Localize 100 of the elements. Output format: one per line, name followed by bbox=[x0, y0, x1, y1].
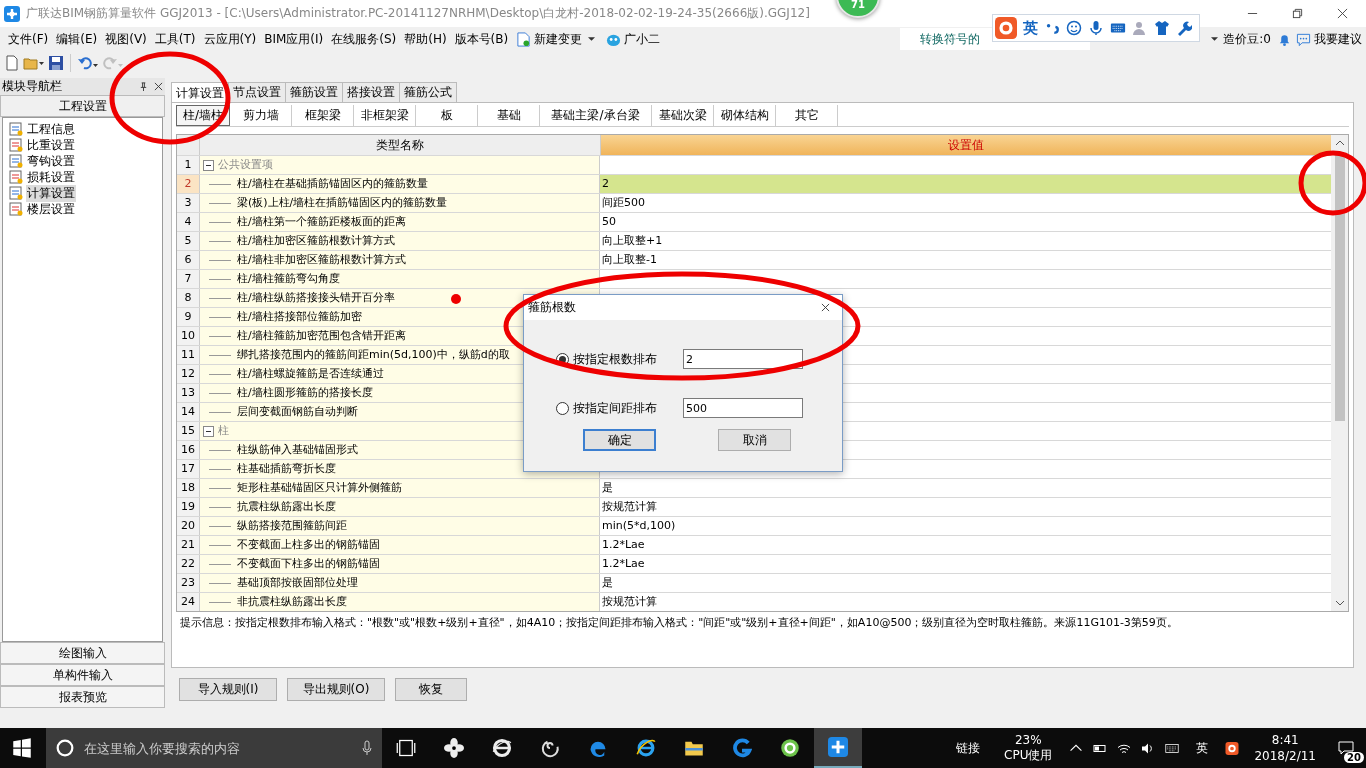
hint-text: 提示信息：按指定根数排布输入格式："根数"或"根数+级别+直径"，如4A10；按指定间距排布输入格式："间距"或"级别+直径+间距"，如A10@500；级别直径为空时取柱箍筋。来源11G101-3第59页。 bbox=[180, 616, 1178, 629]
collapse-icon[interactable] bbox=[203, 425, 214, 437]
open-folder-icon[interactable] bbox=[23, 55, 45, 71]
table-cell[interactable]: min(5*d,100) bbox=[602, 519, 676, 532]
table-cell[interactable]: 是 bbox=[602, 576, 613, 589]
smiley-icon[interactable] bbox=[1066, 20, 1082, 36]
action-button[interactable]: 导入规则(I) bbox=[179, 678, 277, 701]
suggest-link[interactable]: 我要建议 bbox=[1292, 30, 1366, 48]
input-field[interactable]: 500 bbox=[683, 398, 803, 418]
menu-item[interactable]: 在线服务(S) bbox=[327, 30, 401, 48]
menu-item[interactable]: 视图(V) bbox=[101, 30, 151, 48]
windows-start-icon[interactable] bbox=[12, 738, 32, 758]
table-cell[interactable]: 1.2*Lae bbox=[602, 557, 645, 570]
browser-icon[interactable] bbox=[492, 738, 512, 758]
input-language[interactable]: 英 bbox=[1196, 739, 1209, 757]
table-cell[interactable]: 按规范计算 bbox=[602, 595, 657, 608]
taskbar-search-field[interactable]: 在这里输入你要搜索的内容 bbox=[46, 728, 382, 768]
wrench-icon[interactable] bbox=[1176, 20, 1192, 36]
close-icon[interactable] bbox=[821, 303, 830, 312]
tab[interactable]: 箍筋公式 bbox=[399, 82, 457, 102]
row-number: 6 bbox=[177, 251, 200, 269]
sogou-logo-icon[interactable] bbox=[995, 17, 1017, 39]
radio-label[interactable]: 按指定根数排布 bbox=[573, 350, 657, 368]
ime-mode[interactable]: 英 bbox=[1023, 18, 1038, 38]
search-icon bbox=[56, 739, 74, 757]
internet-explorer-icon[interactable] bbox=[636, 738, 656, 758]
active-app-button[interactable] bbox=[814, 728, 862, 768]
row-number: 8 bbox=[177, 289, 200, 307]
close-icon[interactable] bbox=[1337, 8, 1348, 19]
menu-item[interactable]: BIM应用(I) bbox=[260, 30, 328, 48]
dialog-button[interactable]: 确定 bbox=[583, 429, 656, 451]
g-app-icon[interactable] bbox=[732, 738, 752, 758]
scroll-up-icon[interactable] bbox=[1335, 140, 1344, 145]
menu-item[interactable]: 云应用(Y) bbox=[199, 30, 261, 48]
notification-icon[interactable] bbox=[1338, 741, 1354, 755]
save-icon[interactable] bbox=[48, 55, 64, 71]
table-cell[interactable]: 1.2*Lae bbox=[602, 538, 645, 551]
table-cell[interactable]: 间距500 bbox=[602, 196, 645, 209]
menu-item[interactable]: 版本号(B) bbox=[450, 30, 513, 48]
tab[interactable]: 节点设置 bbox=[228, 82, 286, 102]
fan-app-icon[interactable] bbox=[444, 738, 464, 758]
tab[interactable]: 箍筋设置 bbox=[285, 82, 343, 102]
cpu-label: CPU使用 bbox=[1004, 748, 1053, 763]
nav-item[interactable]: 比重设置 bbox=[26, 136, 76, 154]
task-view-icon[interactable] bbox=[396, 738, 416, 758]
shirt-icon[interactable] bbox=[1154, 20, 1170, 36]
search-field[interactable]: 在这里输入你要搜索的内容 bbox=[82, 739, 354, 757]
row-number: 10 bbox=[177, 327, 200, 345]
table-cell-text: 柱/墙柱在基础插筋锚固区内的箍筋数量 bbox=[237, 176, 428, 192]
input-field[interactable]: 2 bbox=[683, 349, 803, 369]
nav-item[interactable]: 楼层设置 bbox=[26, 200, 76, 218]
collapse-icon[interactable] bbox=[203, 159, 214, 171]
menu-item[interactable]: 文件(F) bbox=[4, 30, 53, 48]
nav-item[interactable]: 损耗设置 bbox=[26, 168, 76, 186]
module-button[interactable]: 绘图输入 bbox=[0, 642, 165, 664]
action-button[interactable]: 导出规则(O) bbox=[287, 678, 385, 701]
undo-icon[interactable] bbox=[77, 55, 99, 71]
table-cell[interactable]: 50 bbox=[602, 215, 616, 228]
scrollbar[interactable] bbox=[1331, 135, 1348, 611]
links-toolbar-label[interactable]: 链接 bbox=[956, 739, 981, 757]
keyboard-icon[interactable] bbox=[1165, 741, 1180, 755]
dialog-button[interactable]: 取消 bbox=[718, 429, 791, 451]
caret-icon bbox=[588, 37, 596, 41]
scroll-down-icon[interactable] bbox=[1335, 601, 1344, 606]
ring-app-icon[interactable] bbox=[780, 738, 800, 758]
action-button[interactable]: 恢复 bbox=[395, 678, 467, 701]
section-button[interactable]: 工程设置 bbox=[0, 95, 165, 117]
nav-item[interactable]: 工程信息 bbox=[26, 120, 76, 138]
menu-item[interactable]: 编辑(E) bbox=[52, 30, 102, 48]
pin-icon[interactable] bbox=[139, 82, 148, 91]
table-cell[interactable]: 是 bbox=[602, 481, 613, 494]
settings-item-icon bbox=[9, 122, 23, 136]
module-button[interactable]: 报表预览 bbox=[0, 686, 165, 708]
table-cell[interactable]: 按规范计算 bbox=[602, 500, 657, 513]
new-file-icon[interactable] bbox=[4, 55, 20, 71]
table-cell-text: 柱纵筋伸入基础锚固形式 bbox=[237, 442, 358, 458]
row-number: 21 bbox=[177, 536, 200, 554]
menu-item[interactable]: 工具(T) bbox=[150, 30, 200, 48]
table-cell[interactable]: 2 bbox=[602, 177, 609, 190]
table-cell[interactable]: 向上取整-1 bbox=[602, 253, 657, 266]
module-button[interactable]: 单构件输入 bbox=[0, 664, 165, 686]
radio-label[interactable]: 按指定间距排布 bbox=[573, 399, 657, 417]
close-icon[interactable] bbox=[154, 82, 163, 91]
table-cell-text: 纵筋搭接范围箍筋间距 bbox=[237, 518, 347, 534]
tab[interactable]: 搭接设置 bbox=[342, 82, 400, 102]
new-change-menu[interactable]: 新建变更 bbox=[512, 30, 603, 48]
radio-button[interactable] bbox=[556, 401, 569, 415]
assistant-menu[interactable]: 广小二 bbox=[602, 30, 665, 48]
nav-item[interactable]: 计算设置 bbox=[26, 184, 76, 202]
nav-item[interactable]: 弯钩设置 bbox=[26, 152, 76, 170]
microphone-icon[interactable] bbox=[1088, 20, 1104, 36]
row-number: 12 bbox=[177, 365, 200, 383]
sogou-tray-icon[interactable] bbox=[1225, 741, 1240, 755]
menu-item[interactable]: 帮助(H) bbox=[400, 30, 451, 48]
spiral-app-icon[interactable] bbox=[540, 738, 560, 758]
caret-icon[interactable] bbox=[1211, 37, 1219, 41]
restore-icon[interactable] bbox=[1292, 8, 1303, 19]
microphone-icon[interactable] bbox=[362, 740, 372, 756]
column-header: 类型名称 bbox=[200, 135, 601, 155]
table-cell[interactable]: 向上取整+1 bbox=[602, 234, 663, 247]
